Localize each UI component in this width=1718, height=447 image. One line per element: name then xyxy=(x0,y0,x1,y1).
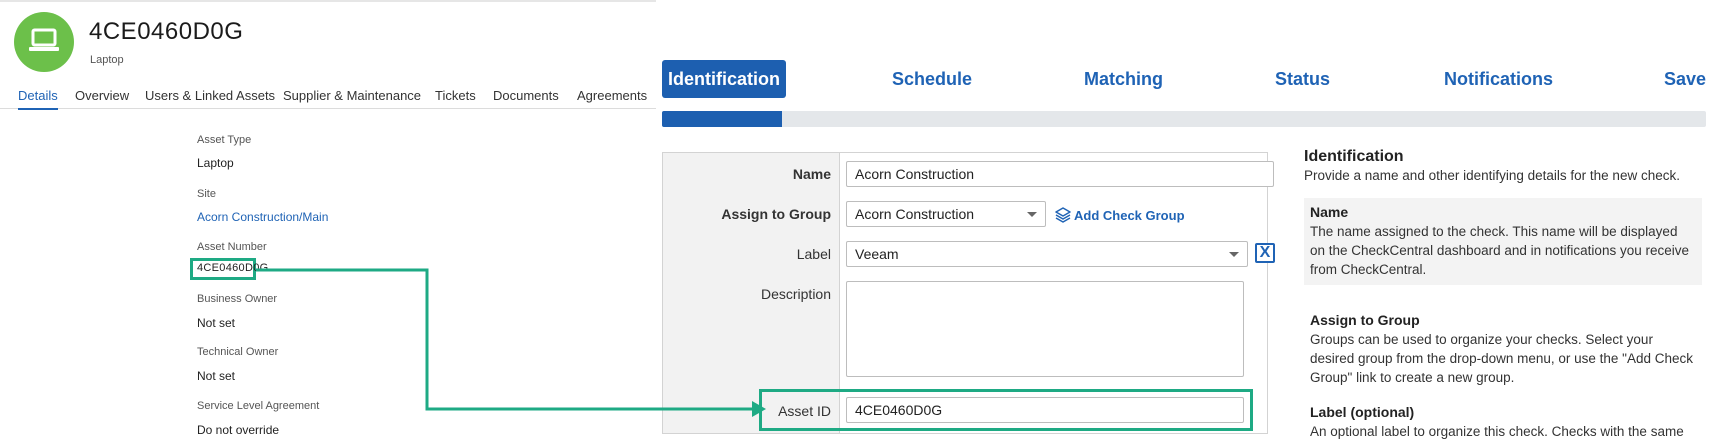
help-panel: Identification Provide a name and other … xyxy=(1304,148,1714,439)
help-name-text: The name assigned to the check. This nam… xyxy=(1310,224,1689,277)
group-select-value: Acorn Construction xyxy=(855,206,975,222)
step-schedule[interactable]: Schedule xyxy=(892,60,972,98)
tab-details[interactable]: Details xyxy=(18,88,58,110)
layers-icon xyxy=(1055,207,1071,223)
asset-details-panel: 4CE0460D0G Laptop Details Overview Users… xyxy=(0,0,656,442)
help-name-title: Name xyxy=(1310,204,1349,220)
description-textarea[interactable] xyxy=(846,281,1244,377)
technical-owner-label: Technical Owner xyxy=(197,346,279,358)
wizard-progress-bar xyxy=(662,111,1706,127)
tab-documents[interactable]: Documents xyxy=(493,88,559,103)
add-check-group-link[interactable]: Add Check Group xyxy=(1055,207,1185,223)
caret-down-icon xyxy=(1027,212,1037,217)
tab-overview[interactable]: Overview xyxy=(75,88,129,103)
asset-number-label: Asset Number xyxy=(197,241,267,253)
step-matching[interactable]: Matching xyxy=(1084,60,1163,98)
help-label-text: An optional label to organize this check… xyxy=(1310,424,1684,439)
caret-down-icon xyxy=(1229,252,1239,257)
help-intro: Provide a name and other identifying det… xyxy=(1304,168,1680,183)
help-group-title: Assign to Group xyxy=(1310,312,1420,328)
business-owner-label: Business Owner xyxy=(197,293,278,305)
asset-type-value: Laptop xyxy=(197,156,234,170)
name-input[interactable]: Acorn Construction xyxy=(846,161,1274,187)
add-check-group-label: Add Check Group xyxy=(1074,208,1185,223)
site-link[interactable]: Acorn Construction/Main xyxy=(197,210,328,224)
help-title: Identification xyxy=(1304,148,1404,165)
help-label-title: Label (optional) xyxy=(1310,404,1415,420)
asset-avatar xyxy=(14,12,74,72)
top-divider xyxy=(0,0,656,2)
check-wizard-panel: Identification Schedule Matching Status … xyxy=(656,0,1718,442)
asset-title: 4CE0460D0G xyxy=(89,18,244,45)
wizard-progress-fill xyxy=(662,111,783,127)
label-select[interactable]: Veeam xyxy=(846,241,1248,267)
tab-agreements[interactable]: Agreements xyxy=(577,88,647,103)
asset-number-value: 4CE0460D0G xyxy=(197,262,269,274)
technical-owner-value: Not set xyxy=(197,369,236,383)
step-notifications[interactable]: Notifications xyxy=(1444,60,1553,98)
label-label: Label xyxy=(796,246,831,262)
site-label: Site xyxy=(197,188,216,200)
step-identification[interactable]: Identification xyxy=(662,60,786,98)
clear-label-button[interactable]: X xyxy=(1255,243,1275,263)
assign-group-label: Assign to Group xyxy=(721,206,831,222)
sla-label: Service Level Agreement xyxy=(197,400,320,412)
help-label-block: Label (optional) An optional label to or… xyxy=(1304,398,1702,447)
help-group-block: Assign to Group Groups can be used to or… xyxy=(1304,306,1702,393)
asset-id-label: Asset ID xyxy=(778,403,831,419)
laptop-icon xyxy=(29,28,59,51)
asset-subtitle: Laptop xyxy=(90,54,124,66)
help-name-block: Name The name assigned to the check. Thi… xyxy=(1304,198,1702,285)
tab-users-linked-assets[interactable]: Users & Linked Assets xyxy=(145,88,275,103)
close-icon: X xyxy=(1259,244,1271,261)
step-save[interactable]: Save xyxy=(1664,60,1706,98)
description-label: Description xyxy=(760,286,831,302)
asset-type-label: Asset Type xyxy=(197,134,252,146)
step-status[interactable]: Status xyxy=(1275,60,1330,98)
sla-value: Do not override xyxy=(197,423,280,437)
name-label: Name xyxy=(792,166,831,182)
asset-tabs: Details Overview Users & Linked Assets S… xyxy=(0,86,656,110)
label-select-value: Veeam xyxy=(855,246,899,262)
asset-id-input[interactable]: 4CE0460D0G xyxy=(846,397,1244,423)
identification-form: Name Acorn Construction Assign to Group … xyxy=(662,152,1275,434)
tab-supplier-maintenance[interactable]: Supplier & Maintenance xyxy=(283,88,421,103)
group-select[interactable]: Acorn Construction xyxy=(846,201,1046,227)
business-owner-value: Not set xyxy=(197,316,236,330)
tab-tickets[interactable]: Tickets xyxy=(435,88,476,103)
help-group-text: Groups can be used to organize your chec… xyxy=(1310,332,1694,385)
